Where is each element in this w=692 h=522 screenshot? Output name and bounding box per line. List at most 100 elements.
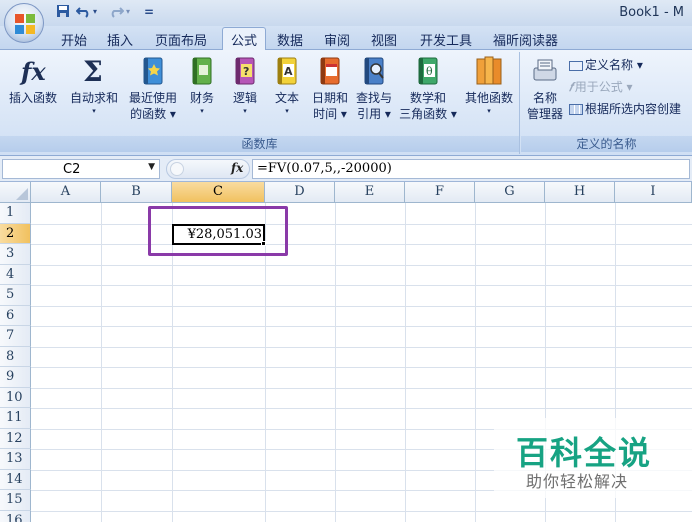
sigma-icon: Σ [83,55,103,88]
insert-function-fx-icon[interactable]: fx [231,161,243,175]
svg-text:fx: fx [19,57,46,86]
gridline [475,203,476,522]
window-title: Book1 - M [619,5,684,20]
date-time-button[interactable]: 日期和 时间 ▾ [308,54,352,122]
formula-bar: C2 ▼ fx =FV(0.07,5,,-20000) [0,156,692,182]
watermark-subtitle: 助你轻松解决 [526,472,629,491]
tab-view[interactable]: 视图 [371,30,397,49]
formula-input[interactable]: =FV(0.07,5,,-20000) [252,159,690,179]
text-book-icon: A [277,57,297,85]
name-manager-icon [533,59,557,81]
name-manager-button[interactable]: 名称 管理器 [523,54,567,122]
lookup-reference-button[interactable]: 查找与 引用 ▾ [352,54,396,122]
gridline [31,510,692,512]
cell-c2[interactable]: ¥28,051.03 [172,224,265,245]
save-icon[interactable] [56,4,70,20]
row-header-12[interactable]: 12 [0,428,31,449]
row-header-4[interactable]: 4 [0,264,31,285]
office-button[interactable] [4,3,44,43]
column-header-h[interactable]: H [545,182,615,203]
column-header-f[interactable]: F [405,182,475,203]
gridline [31,244,692,245]
name-box[interactable]: C2 ▼ [2,159,160,179]
lookup-reference-label-2: 引用 ▾ [357,107,391,121]
column-header-c[interactable]: C [172,182,265,203]
insert-function-button[interactable]: fx 插入函数 [4,54,62,106]
row-header-8[interactable]: 8 [0,346,31,367]
tab-foxit-reader[interactable]: 福昕阅读器 [493,30,558,49]
column-header-a[interactable]: A [31,182,101,203]
column-header-e[interactable]: E [335,182,405,203]
row-header-5[interactable]: 5 [0,285,31,306]
fill-handle[interactable] [261,241,266,246]
math-book-icon: θ [418,57,438,85]
fx-icon: fx [19,57,46,86]
function-library-group: fx 插入函数 Σ 自动求和 ▾ 最近使用 的函数 ▾ 财务 ▾ ? 逻辑 ▾ … [0,52,520,154]
defined-names-label: 定义的名称 [521,136,692,152]
svg-text:Σ: Σ [83,55,103,88]
row-header-6[interactable]: 6 [0,305,31,326]
column-header-b[interactable]: B [101,182,172,203]
undo-icon[interactable] [75,4,92,20]
row-header-7[interactable]: 7 [0,326,31,347]
logical-dropdown-icon: ▾ [243,107,247,115]
financial-dropdown-icon: ▾ [200,107,204,115]
customize-quick-access-icon[interactable]: = [144,4,154,20]
math-trig-button[interactable]: θ 数学和 三角函数 ▾ [396,54,460,122]
recently-used-label-1: 最近使用 [128,91,177,105]
ribbon: fx 插入函数 Σ 自动求和 ▾ 最近使用 的函数 ▾ 财务 ▾ ? 逻辑 ▾ … [0,50,692,156]
more-functions-dropdown-icon: ▾ [487,107,491,115]
select-all-button[interactable] [0,182,31,203]
gridline [31,305,692,307]
define-name-icon [569,60,583,71]
row-header-3[interactable]: 3 [0,244,31,265]
row-header-13[interactable]: 13 [0,449,31,470]
tab-review[interactable]: 审阅 [324,30,350,49]
autosum-button[interactable]: Σ 自动求和 ▾ [66,54,122,116]
logic-book-icon: ? [235,57,255,85]
define-name-button[interactable]: 定义名称 ▾ [569,56,643,74]
tab-page-layout[interactable]: 页面布局 [155,30,207,49]
row-header-14[interactable]: 14 [0,469,31,490]
gridline [31,223,692,225]
row-header-1[interactable]: 1 [0,203,31,224]
office-logo-icon [15,14,35,34]
text-functions-button[interactable]: A 文本 ▾ [270,54,304,116]
row-header-9[interactable]: 9 [0,367,31,388]
name-box-dropdown-icon[interactable]: ▼ [148,162,155,172]
row-header-11[interactable]: 11 [0,408,31,429]
column-header-d[interactable]: D [265,182,335,203]
undo-dropdown-icon[interactable]: ▾ [93,4,97,20]
redo-dropdown-icon[interactable]: ▾ [126,4,130,20]
gridline [31,285,692,286]
gridline [31,326,692,327]
gridline [335,203,336,522]
cancel-entry-icon[interactable] [170,162,184,176]
recently-used-button[interactable]: 最近使用 的函数 ▾ [124,54,182,122]
svg-text:A: A [284,65,293,78]
tab-home[interactable]: 开始 [61,30,87,49]
defined-names-group: 名称 管理器 定义名称 ▾ 𝑓 用于公式 ▾ 根据所选内容创建 定义的名称 [521,52,692,154]
tab-data[interactable]: 数据 [277,30,303,49]
date-time-label-2: 时间 ▾ [313,107,347,121]
column-header-i[interactable]: I [615,182,692,203]
column-header-g[interactable]: G [475,182,545,203]
create-from-selection-button[interactable]: 根据所选内容创建 [569,100,681,118]
recently-used-label-2: 的函数 ▾ [130,107,176,121]
financial-button[interactable]: 财务 ▾ [184,54,220,116]
name-manager-label-2: 管理器 [526,107,563,121]
redo-icon[interactable] [108,4,125,20]
row-header-16[interactable]: 16 [0,510,31,522]
recent-book-icon [143,57,163,85]
row-header-15[interactable]: 15 [0,490,31,511]
more-functions-button[interactable]: 其他函数 ▾ [460,54,518,116]
row-header-10[interactable]: 10 [0,387,31,408]
use-in-formula-button: 𝑓 用于公式 ▾ [569,80,633,94]
tab-insert[interactable]: 插入 [107,30,133,49]
row-header-2[interactable]: 2 [0,223,31,244]
math-trig-label-2: 三角函数 ▾ [399,107,457,121]
tab-formulas[interactable]: 公式 [222,27,267,51]
logical-button[interactable]: ? 逻辑 ▾ [228,54,262,116]
formula-bar-buttons: fx [166,159,250,179]
tab-developer[interactable]: 开发工具 [420,30,472,49]
